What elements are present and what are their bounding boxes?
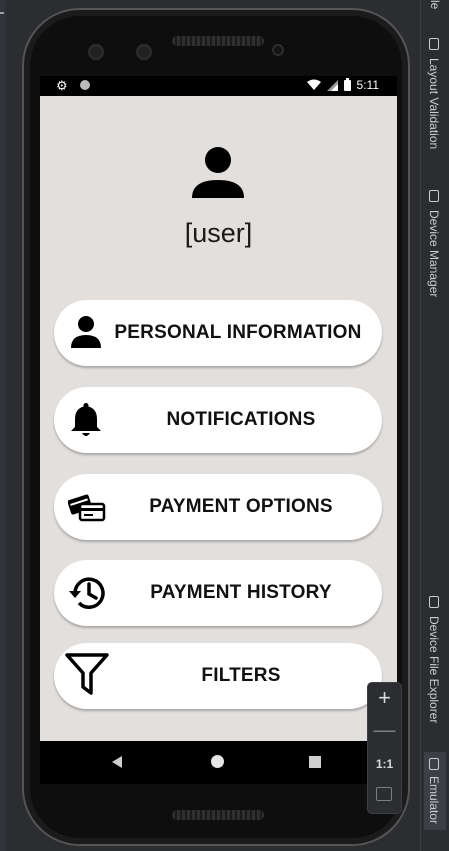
device-manager-icon bbox=[429, 190, 439, 202]
ide-top-fragment: le bbox=[428, 0, 442, 10]
notifications-button[interactable]: NOTIFICATIONS bbox=[54, 387, 382, 453]
emulator-zoom-toolbar: + — 1:1 bbox=[368, 683, 401, 813]
button-label: PERSONAL INFORMATION bbox=[114, 322, 362, 343]
device-file-explorer-icon bbox=[429, 596, 439, 608]
layout-validation-icon bbox=[429, 38, 439, 50]
proximity-sensor bbox=[272, 44, 284, 56]
tool-tab-device-file-explorer[interactable]: Device File Explorer bbox=[424, 596, 446, 736]
payment-options-button[interactable]: PAYMENT OPTIONS bbox=[54, 474, 382, 540]
fit-screen-icon[interactable] bbox=[376, 787, 392, 801]
filter-funnel-icon bbox=[65, 653, 109, 695]
tool-tab-device-manager[interactable]: Device Manager bbox=[424, 190, 446, 310]
status-time: 5:11 bbox=[356, 78, 379, 92]
tool-tab-layout-validation[interactable]: Layout Validation bbox=[424, 38, 446, 168]
earpiece-speaker bbox=[172, 36, 264, 46]
battery-icon bbox=[343, 77, 351, 91]
bottom-speaker bbox=[172, 810, 264, 820]
status-bar-right: 5:11 bbox=[306, 77, 379, 92]
zoom-out-button[interactable]: — bbox=[368, 717, 401, 743]
emulator-icon bbox=[429, 758, 439, 770]
actual-size-button[interactable]: 1:1 bbox=[368, 757, 401, 771]
tool-tab-emulator[interactable]: Emulator bbox=[424, 752, 446, 830]
recents-icon[interactable] bbox=[309, 756, 321, 768]
payment-history-button[interactable]: PAYMENT HISTORY bbox=[54, 560, 382, 626]
button-label: PAYMENT OPTIONS bbox=[149, 496, 333, 517]
wifi-icon bbox=[306, 79, 321, 90]
zoom-in-button[interactable]: + bbox=[368, 685, 401, 711]
front-sensor bbox=[136, 44, 152, 60]
credit-cards-icon bbox=[68, 494, 106, 522]
back-icon[interactable] bbox=[112, 756, 122, 768]
ide-right-tool-panel: le Layout Validation Device Manager Devi… bbox=[420, 0, 449, 851]
ide-left-marker bbox=[0, 12, 4, 14]
device-screen: ⚙ 5:11 [user] PERSONAL INFORMATION NOTIF… bbox=[40, 76, 397, 784]
signal-icon bbox=[326, 79, 338, 91]
button-label: PAYMENT HISTORY bbox=[150, 582, 332, 603]
notification-dot-icon bbox=[80, 80, 90, 90]
ide-left-edge bbox=[0, 0, 6, 851]
front-camera bbox=[88, 44, 104, 60]
profile-screen: [user] PERSONAL INFORMATION NOTIFICATION… bbox=[40, 96, 397, 741]
tool-tab-label: Emulator bbox=[427, 776, 441, 825]
status-bar: ⚙ 5:11 bbox=[40, 76, 397, 96]
personal-information-button[interactable]: PERSONAL INFORMATION bbox=[54, 300, 382, 366]
android-nav-bar bbox=[40, 741, 397, 784]
tool-tab-label: Layout Validation bbox=[427, 58, 441, 150]
filters-button[interactable]: FILTERS bbox=[54, 643, 382, 709]
bell-icon bbox=[71, 403, 101, 436]
home-icon[interactable] bbox=[211, 755, 224, 768]
history-icon bbox=[69, 577, 105, 609]
button-label: FILTERS bbox=[201, 665, 281, 686]
button-label: NOTIFICATIONS bbox=[166, 409, 316, 430]
tool-tab-label: Device Manager bbox=[427, 210, 441, 298]
person-icon bbox=[192, 147, 244, 198]
settings-gear-icon: ⚙ bbox=[56, 78, 68, 93]
tool-tab-label: Device File Explorer bbox=[427, 616, 441, 724]
username-label: [user] bbox=[184, 218, 253, 248]
